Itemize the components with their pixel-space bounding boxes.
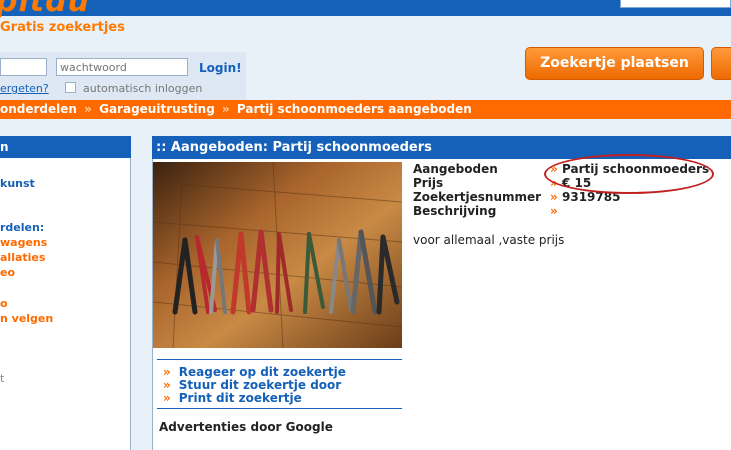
forward-link[interactable]: » Stuur dit zoekertje door <box>163 378 341 392</box>
breadcrumb-separator: » <box>84 102 92 116</box>
field-label-price: Prijs <box>413 176 444 190</box>
sidebar-item: rdelen: <box>0 221 45 234</box>
field-label-offered: Aangeboden <box>413 162 498 176</box>
sidebar-item[interactable]: n velgen <box>0 312 53 325</box>
login-button[interactable]: Login! <box>199 61 242 75</box>
breadcrumb-separator: » <box>221 102 230 116</box>
site-tagline: Gratis zoekertjes <box>0 20 125 35</box>
ad-description: voor allemaal ,vaste prijs <box>413 233 565 247</box>
field-arrow-icon: » <box>550 204 558 218</box>
site-logo[interactable]: pitdu <box>0 0 90 19</box>
breadcrumb-item[interactable]: Garageuitrusting <box>99 102 215 116</box>
print-link[interactable]: » Print dit zoekertje <box>163 391 302 405</box>
divider <box>157 359 402 360</box>
breadcrumb-item[interactable]: onderdelen <box>0 102 77 116</box>
auto-login-label: automatisch inloggen <box>83 82 203 95</box>
sidebar-item[interactable]: allaties <box>0 251 45 264</box>
top-search-input[interactable] <box>620 0 731 8</box>
sidebar-item[interactable]: wagens <box>0 236 47 249</box>
arrow-icon: » <box>163 378 171 392</box>
username-field[interactable] <box>0 58 47 76</box>
password-field[interactable] <box>56 58 188 76</box>
field-label-ad-number: Zoekertjesnummer <box>413 190 542 204</box>
arrow-icon: » <box>163 365 171 379</box>
secondary-header-button[interactable] <box>711 47 731 80</box>
field-arrow-icon: » <box>550 190 558 204</box>
sidebar-item[interactable]: kunst <box>0 177 35 190</box>
sidebar-item[interactable]: t <box>0 372 4 385</box>
arrow-icon: » <box>163 391 171 405</box>
reply-link[interactable]: » Reageer op dit zoekertje <box>163 365 346 379</box>
annotation-circle <box>544 154 714 194</box>
ad-photo[interactable] <box>153 162 402 348</box>
breadcrumb: onderdelen » Garageuitrusting » Partij s… <box>0 100 731 119</box>
sidebar <box>0 158 131 450</box>
auto-login-checkbox[interactable] <box>65 82 76 93</box>
login-box: Login! ergeten? automatisch inloggen <box>0 52 246 101</box>
place-ad-button[interactable]: Zoekertje plaatsen <box>525 47 704 80</box>
sidebar-header: n <box>0 136 131 158</box>
field-label-description: Beschrijving <box>413 204 497 218</box>
breadcrumb-item-current[interactable]: Partij schoonmoeders aangeboden <box>237 102 472 116</box>
forgot-password-link[interactable]: ergeten? <box>0 82 49 95</box>
divider <box>157 408 402 409</box>
sidebar-item[interactable]: o <box>0 297 8 310</box>
sidebar-item[interactable]: eo <box>0 266 15 279</box>
google-ads-label: Advertenties door Google <box>159 420 333 434</box>
